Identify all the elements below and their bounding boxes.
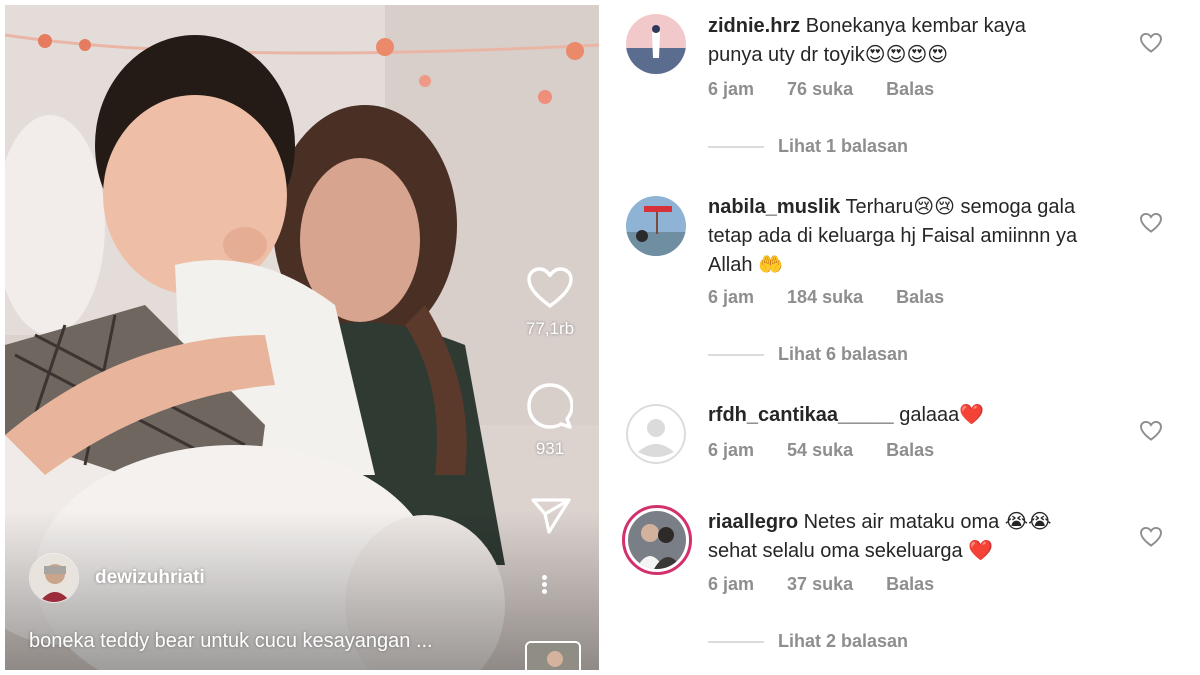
commenter-avatar-story-ring[interactable] [622, 505, 692, 575]
comment-meta: 6 jam 76 suka Balas [708, 79, 962, 100]
comment-content: galaaa❤️ [899, 404, 985, 426]
heart-icon [527, 267, 573, 308]
comment-bubble-icon [527, 383, 573, 429]
comment-username[interactable]: riaallegro [708, 511, 798, 533]
reply-button[interactable]: Balas [886, 79, 934, 99]
reply-button[interactable]: Balas [886, 574, 934, 594]
more-options-button[interactable] [542, 573, 547, 596]
comment-time: 6 jam [708, 574, 755, 594]
commenter-avatar[interactable] [626, 14, 686, 74]
commenter-avatar[interactable] [626, 196, 686, 256]
comment-meta: 6 jam 37 suka Balas [708, 574, 962, 595]
comment-text: rfdh_cantikaa_____ galaaa❤️ [708, 401, 1078, 430]
view-replies-button[interactable]: Lihat 2 balasan [708, 631, 908, 652]
reply-button[interactable]: Balas [886, 440, 934, 460]
comment-text: riaallegro Netes air mataku oma 😭😭 sehat… [708, 508, 1078, 566]
audio-thumbnail-image [527, 643, 579, 670]
comment-username[interactable]: nabila_muslik [708, 196, 840, 218]
comment-heart-icon[interactable] [1140, 421, 1162, 441]
comment-meta: 6 jam 184 suka Balas [708, 287, 972, 308]
comment-text: zidnie.hrz Bonekanya kembar kaya punya u… [708, 12, 1078, 70]
comment-time: 6 jam [708, 287, 755, 307]
author-avatar[interactable] [29, 553, 79, 603]
reel-video[interactable]: 77,1rb 931 dewizuhriati boneka teddy bea… [5, 5, 599, 670]
comment-meta: 6 jam 54 suka Balas [708, 440, 962, 461]
comment-time: 6 jam [708, 79, 755, 99]
avatar-image [626, 196, 686, 256]
comment-heart-icon[interactable] [1140, 33, 1162, 53]
reel-author[interactable]: dewizuhriati [29, 553, 205, 603]
reply-button[interactable]: Balas [896, 287, 944, 307]
comments-panel: zidnie.hrz Bonekanya kembar kaya punya u… [600, 0, 1200, 675]
comment-likes[interactable]: 76 suka [787, 79, 853, 99]
vertical-dots-icon [542, 573, 547, 596]
view-replies-button[interactable]: Lihat 1 balasan [708, 136, 908, 157]
comment-username[interactable]: rfdh_cantikaa_____ [708, 404, 894, 426]
replies-divider [708, 353, 764, 356]
comment-likes[interactable]: 37 suka [787, 574, 853, 594]
replies-divider [708, 640, 764, 643]
audio-thumbnail[interactable] [525, 641, 581, 670]
comment-count: 931 [535, 439, 565, 458]
comment-button[interactable]: 931 [525, 383, 575, 459]
view-replies-label[interactable]: Lihat 6 balasan [778, 344, 908, 365]
reel-caption[interactable]: boneka teddy bear untuk cucu kesayangan … [29, 630, 433, 653]
like-button[interactable]: 77,1rb [525, 267, 575, 339]
comment-text: nabila_muslik Terharu😢😢 semoga gala teta… [708, 193, 1078, 280]
paper-plane-icon [531, 498, 571, 534]
author-username[interactable]: dewizuhriati [95, 567, 205, 589]
comment-heart-icon[interactable] [1140, 527, 1162, 547]
commenter-avatar[interactable] [626, 404, 686, 464]
view-replies-label[interactable]: Lihat 2 balasan [778, 631, 908, 652]
comment-time: 6 jam [708, 440, 755, 460]
avatar-image [626, 14, 686, 74]
comment-heart-icon[interactable] [1140, 213, 1162, 233]
author-avatar-image [30, 554, 78, 602]
avatar-image [628, 511, 686, 569]
comment-likes[interactable]: 184 suka [787, 287, 863, 307]
comment-likes[interactable]: 54 suka [787, 440, 853, 460]
default-avatar-icon [626, 404, 686, 464]
view-replies-label[interactable]: Lihat 1 balasan [778, 136, 908, 157]
view-replies-button[interactable]: Lihat 6 balasan [708, 344, 908, 365]
like-count: 77,1rb [525, 319, 575, 338]
comment-username[interactable]: zidnie.hrz [708, 15, 800, 37]
share-button[interactable] [531, 497, 571, 535]
replies-divider [708, 145, 764, 148]
